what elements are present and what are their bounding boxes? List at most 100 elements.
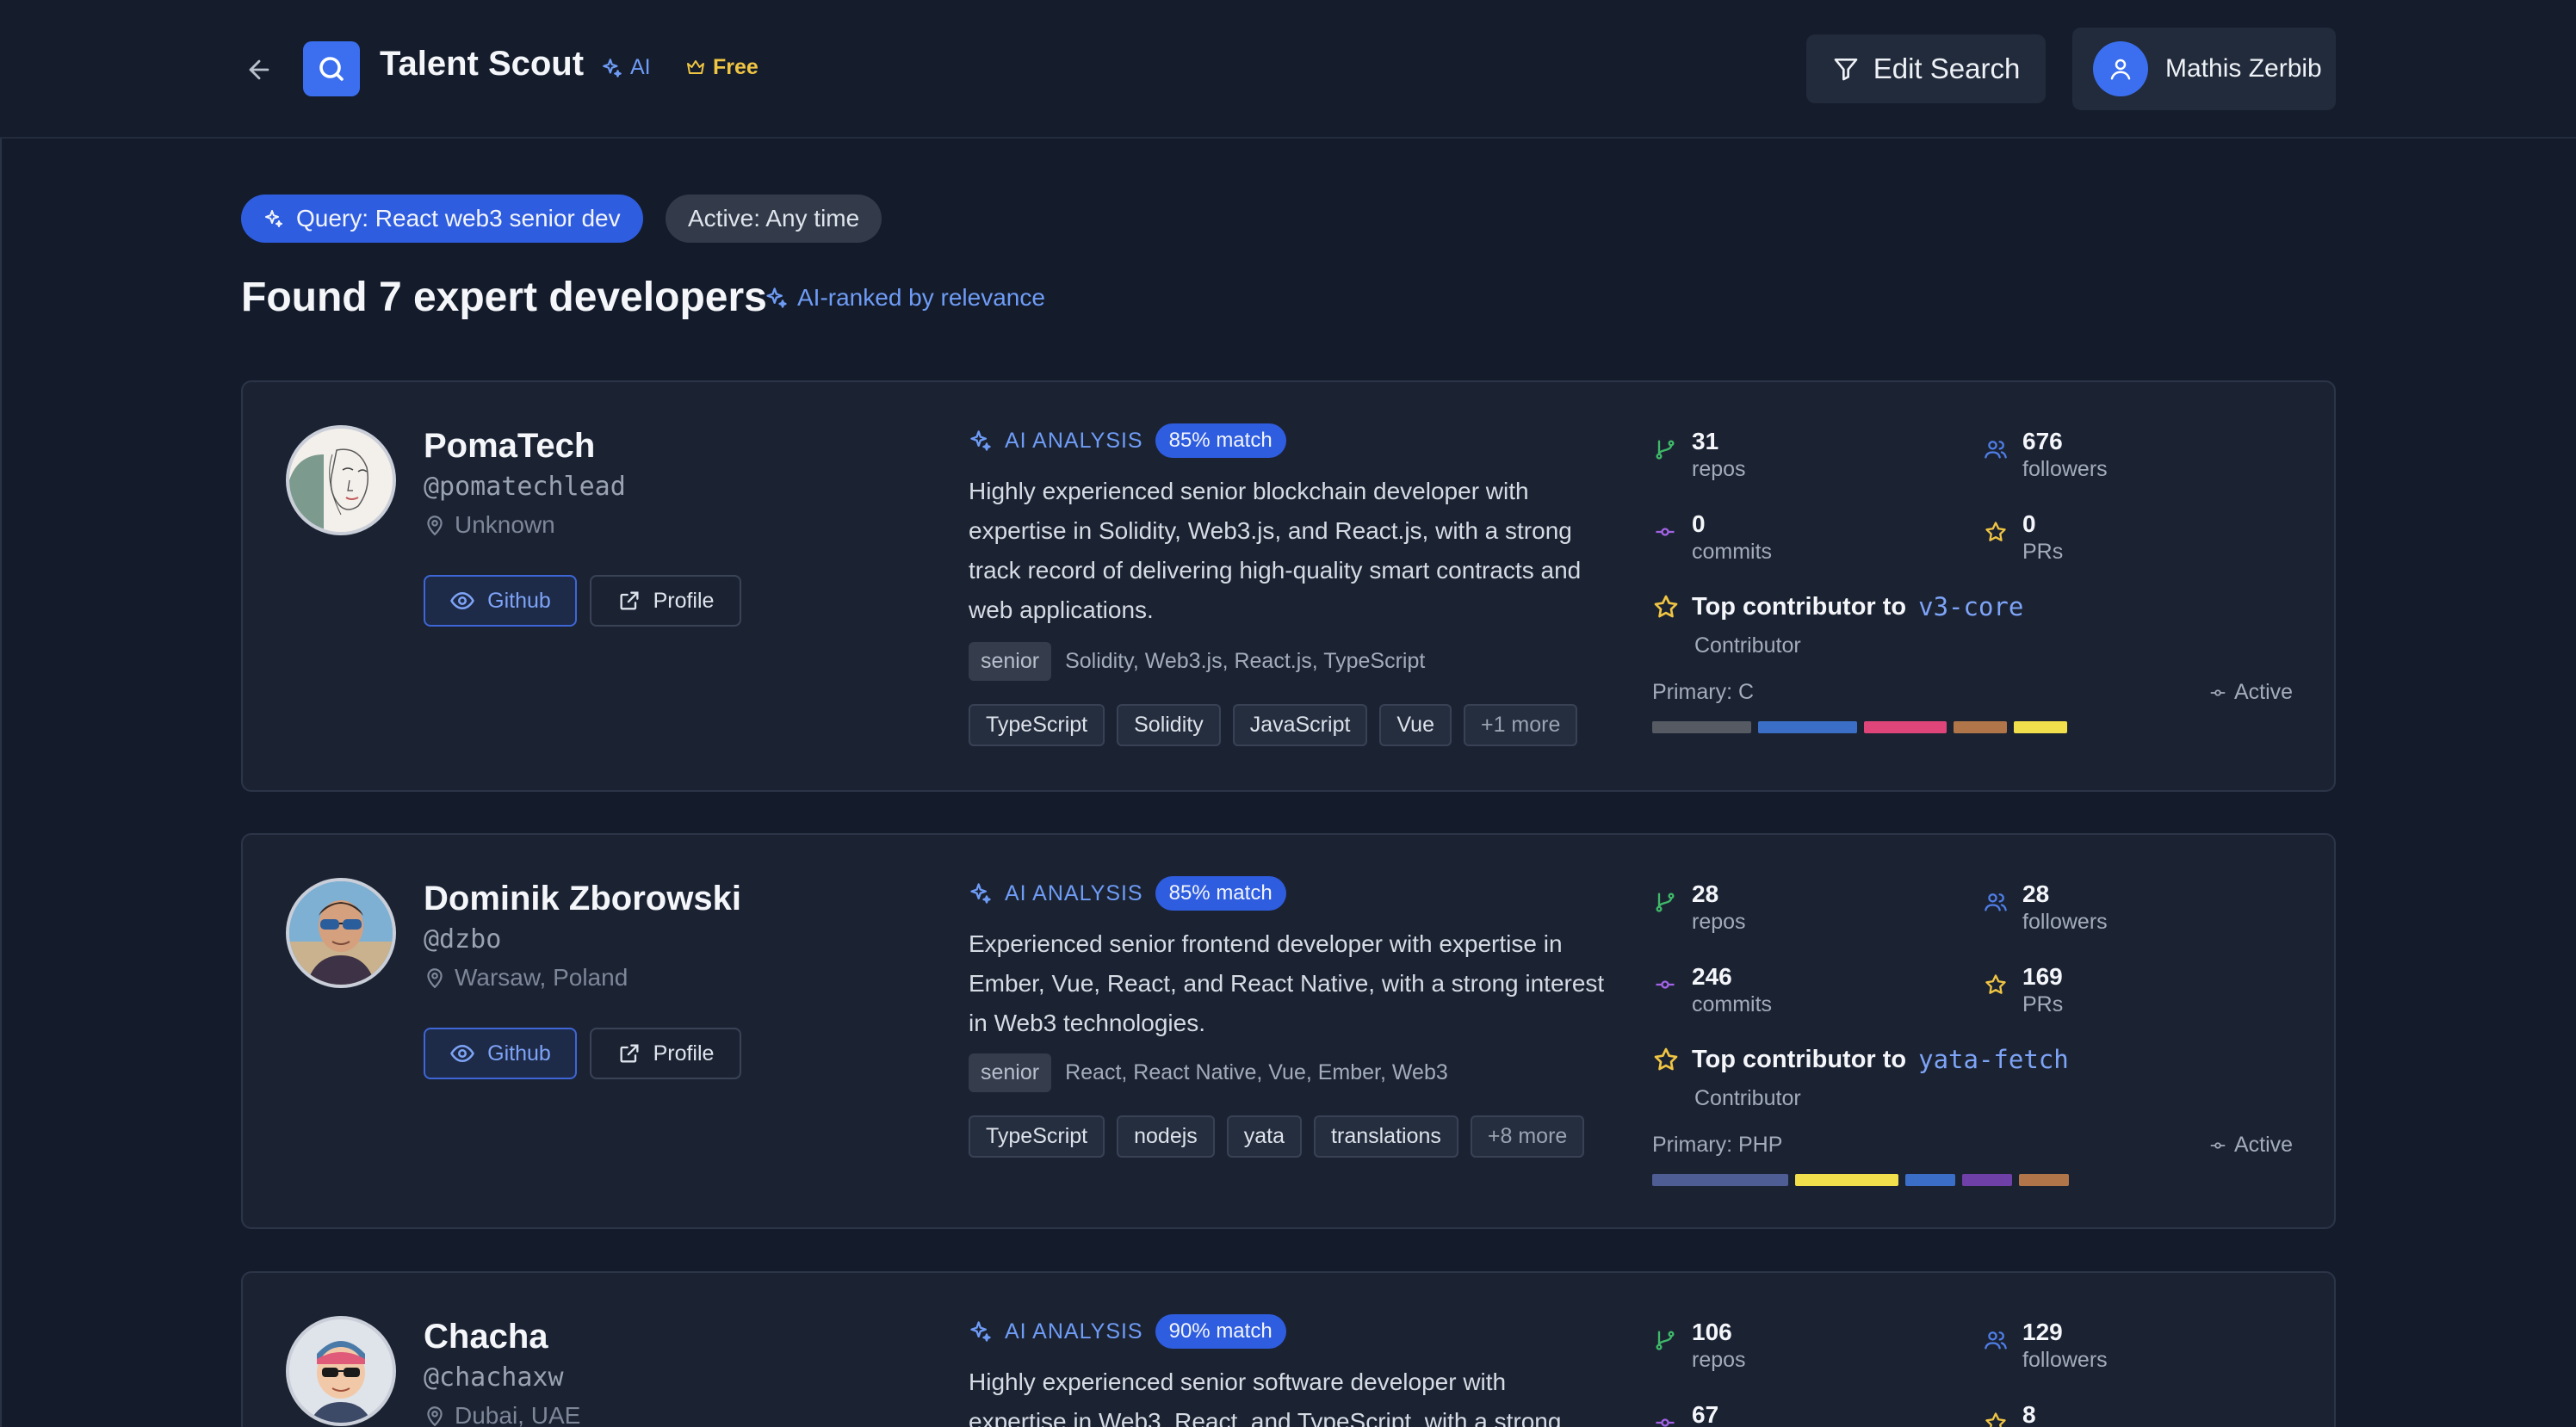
external-link-icon: [620, 1044, 639, 1063]
top-contributor: Top contributor to yata-fetch: [1652, 1045, 2069, 1074]
skills-row: senior React, React Native, Vue, Ember, …: [969, 1053, 1448, 1092]
prs-count: 0: [2022, 510, 2036, 537]
profile-button[interactable]: Profile: [590, 1028, 741, 1079]
avatar: [286, 425, 396, 535]
language-segment: [1954, 721, 2007, 733]
sparkles-icon: [603, 58, 622, 77]
map-pin-icon: [427, 968, 443, 989]
skills-row: senior Solidity, Web3.js, React.js, Type…: [969, 642, 1425, 681]
active-filter-chip[interactable]: Active: Any time: [666, 195, 882, 243]
query-chip-label: Query: React web3 senior dev: [296, 205, 621, 232]
repos-stat: 106 repos: [1652, 1318, 1746, 1373]
topic-tag[interactable]: TypeScript: [969, 704, 1105, 746]
commits-label: commits: [1692, 540, 1773, 564]
star-icon: [1983, 510, 2009, 565]
top-repo-link[interactable]: yata-fetch: [1918, 1045, 2069, 1074]
star-icon: [1654, 1047, 1678, 1071]
language-bar: [1652, 721, 2067, 733]
git-branch-icon: [1652, 880, 1678, 935]
more-tags-button[interactable]: +1 more: [1463, 704, 1578, 746]
back-arrow-icon[interactable]: [241, 52, 277, 88]
external-link-icon: [620, 591, 639, 610]
eye-icon: [450, 1044, 475, 1063]
app-title: Talent Scout: [380, 45, 585, 83]
topic-tag[interactable]: Vue: [1379, 704, 1452, 746]
language-bar: [1652, 1174, 2069, 1186]
developer-handle: @pomatechlead: [424, 472, 626, 502]
repos-label: repos: [1692, 1348, 1746, 1372]
topic-tag[interactable]: nodejs: [1117, 1115, 1215, 1158]
active-filter-label: Active: Any time: [688, 205, 860, 232]
language-segment: [1905, 1174, 1955, 1186]
language-segment: [1864, 721, 1947, 733]
repos-count: 28: [1692, 880, 1719, 907]
users-icon: [1983, 1318, 2009, 1373]
profile-label: Profile: [653, 588, 715, 613]
git-branch-icon: [1652, 1318, 1678, 1373]
primary-language: Primary: C: [1652, 680, 1755, 704]
developer-name: Dominik Zborowski: [424, 880, 741, 917]
topic-tag[interactable]: Solidity: [1117, 704, 1221, 746]
user-menu-button[interactable]: Mathis Zerbib: [2072, 28, 2336, 110]
commits-stat: 246 commits: [1652, 962, 1772, 1017]
sparkles-icon: [265, 210, 282, 227]
commits-count: 67: [1692, 1401, 1719, 1427]
ai-analysis-label: AI ANALYSIS: [1005, 880, 1143, 905]
github-label: Github: [487, 1041, 551, 1066]
topic-tag[interactable]: yata: [1226, 1115, 1303, 1158]
language-segment: [1652, 1174, 1788, 1186]
search-logo-icon: [303, 41, 360, 96]
git-branch-icon: [1652, 427, 1678, 482]
sparkles-icon: [766, 287, 787, 308]
repos-stat: 28 repos: [1652, 880, 1746, 935]
followers-stat: 28 followers: [1983, 880, 2108, 935]
github-button[interactable]: Github: [424, 1028, 577, 1079]
location-label: Warsaw, Poland: [455, 964, 629, 991]
plan-badge-label: Free: [713, 55, 759, 79]
topic-tag[interactable]: JavaScript: [1232, 704, 1368, 746]
ai-analysis-header: AI ANALYSIS 90% match: [969, 1314, 1286, 1349]
developer-location: Warsaw, Poland: [424, 964, 628, 991]
github-button[interactable]: Github: [424, 575, 577, 627]
topic-tag[interactable]: translations: [1314, 1115, 1458, 1158]
repos-count: 106: [1692, 1319, 1732, 1345]
activity-label: Active: [2234, 1133, 2294, 1157]
top-contributor-label: Top contributor to: [1692, 592, 1907, 621]
commits-stat: 67: [1652, 1400, 1718, 1427]
match-badge: 85% match: [1155, 423, 1286, 458]
plan-badge: Free: [685, 55, 759, 80]
ai-badge: AI: [601, 55, 651, 80]
language-segment: [1962, 1174, 2012, 1186]
tags-row: TypeScript nodejs yata translations +8 m…: [969, 1115, 1585, 1158]
profile-label: Profile: [653, 1041, 715, 1066]
user-icon: [2093, 41, 2148, 96]
crown-icon: [687, 59, 704, 74]
developer-card: Chacha @chachaxw Dubai, UAE AI ANALYSIS …: [241, 1271, 2336, 1427]
top-repo-link[interactable]: v3-core: [1918, 592, 2023, 621]
repos-count: 31: [1692, 428, 1719, 454]
query-chip[interactable]: Query: React web3 senior dev: [241, 195, 643, 243]
prs-count: 169: [2022, 963, 2063, 990]
ai-ranked-label: AI-ranked by relevance: [797, 284, 1045, 311]
followers-count: 129: [2022, 1319, 2063, 1345]
prs-stat: 8: [1983, 1400, 2036, 1427]
more-tags-button[interactable]: +8 more: [1470, 1115, 1585, 1158]
analysis-text: Highly experienced senior blockchain dev…: [969, 478, 1582, 623]
developer-card: Dominik Zborowski @dzbo Warsaw, Poland G…: [241, 833, 2336, 1229]
star-icon: [1983, 962, 2009, 1017]
edit-search-button[interactable]: Edit Search: [1806, 34, 2046, 103]
commit-icon: [1652, 1400, 1678, 1427]
repos-label: repos: [1692, 457, 1746, 481]
commits-stat: 0 commits: [1652, 510, 1772, 565]
followers-stat: 676 followers: [1983, 427, 2108, 482]
commits-count: 0: [1692, 510, 1706, 537]
prs-label: PRs: [2022, 992, 2064, 1016]
analysis-text: Experienced senior frontend developer wi…: [969, 930, 1605, 1036]
profile-button[interactable]: Profile: [590, 575, 741, 627]
level-badge: senior: [969, 1053, 1052, 1092]
skills-list: React, React Native, Vue, Ember, Web3: [1065, 1060, 1448, 1084]
topic-tag[interactable]: TypeScript: [969, 1115, 1105, 1158]
contributor-role: Contributor: [1694, 633, 1801, 658]
commits-label: commits: [1692, 992, 1773, 1016]
ai-ranked-note: AI-ranked by relevance: [765, 284, 1045, 312]
